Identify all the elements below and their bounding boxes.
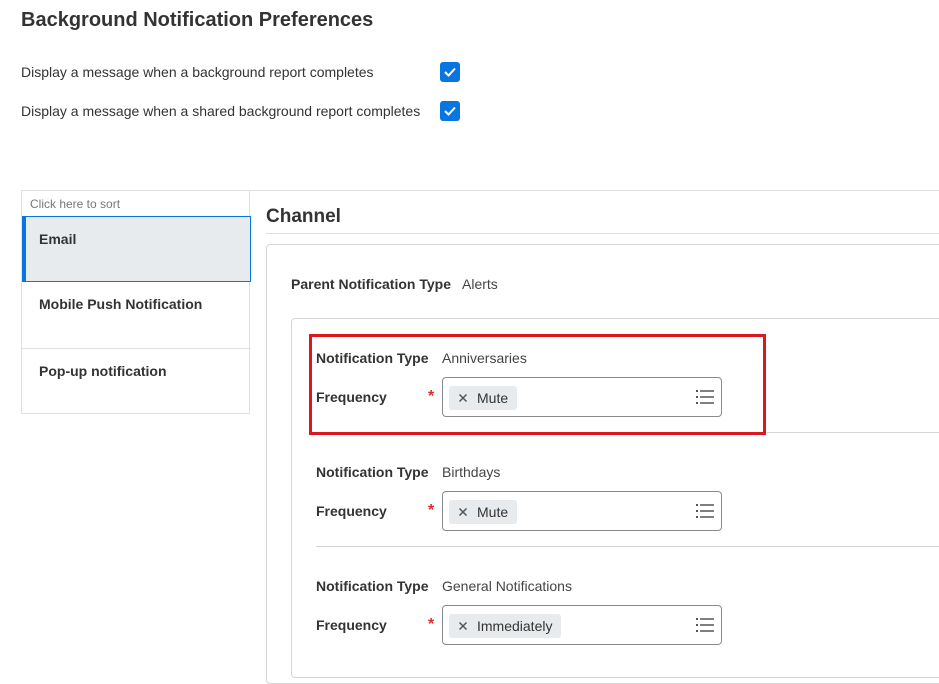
notification-type-value: Birthdays bbox=[442, 464, 501, 480]
highlight-box bbox=[309, 334, 766, 435]
channel-item-popup[interactable]: Pop-up notification bbox=[22, 348, 251, 414]
sort-hint[interactable]: Click here to sort bbox=[30, 197, 120, 211]
list-icon[interactable] bbox=[696, 617, 714, 633]
pref-label-shared-background-report: Display a message when a shared backgrou… bbox=[21, 103, 421, 119]
list-icon[interactable] bbox=[696, 503, 714, 519]
channel-item-mobile-push[interactable]: Mobile Push Notification bbox=[22, 282, 251, 348]
pref-checkbox-shared-background-report[interactable] bbox=[440, 101, 460, 121]
section-divider bbox=[316, 546, 939, 547]
notification-type-value: General Notifications bbox=[442, 578, 572, 594]
checkmark-icon bbox=[444, 106, 456, 116]
required-marker: * bbox=[428, 502, 435, 519]
frequency-pill-label: Mute bbox=[477, 504, 509, 520]
frequency-input[interactable]: Mute bbox=[442, 491, 722, 531]
frequency-pill: Mute bbox=[449, 500, 518, 524]
notification-type-label: Notification Type bbox=[316, 578, 429, 594]
panel-top-border bbox=[250, 190, 939, 191]
channel-list: Click here to sort Email Mobile Push Not… bbox=[21, 190, 251, 414]
close-icon[interactable] bbox=[455, 618, 471, 634]
frequency-pill-label: Immediately bbox=[477, 618, 553, 634]
channel-item-label: Pop-up notification bbox=[39, 363, 167, 379]
channel-heading: Channel bbox=[266, 206, 341, 227]
close-icon[interactable] bbox=[455, 504, 471, 520]
heading-rule bbox=[266, 233, 939, 234]
pref-checkbox-background-report[interactable] bbox=[440, 62, 460, 82]
required-marker: * bbox=[428, 616, 435, 633]
frequency-label: Frequency bbox=[316, 503, 387, 519]
parent-type-label: Parent Notification Type bbox=[291, 276, 451, 292]
channel-item-label: Mobile Push Notification bbox=[39, 296, 203, 312]
pref-label-background-report: Display a message when a background repo… bbox=[21, 64, 374, 80]
channel-item-label: Email bbox=[39, 231, 77, 247]
frequency-pill: Immediately bbox=[449, 614, 562, 638]
frequency-input[interactable]: Immediately bbox=[442, 605, 722, 645]
checkmark-icon bbox=[444, 67, 456, 77]
channel-item-email[interactable]: Email bbox=[22, 216, 251, 282]
page-title: Background Notification Preferences bbox=[21, 9, 374, 31]
parent-type-value: Alerts bbox=[462, 276, 498, 292]
frequency-label: Frequency bbox=[316, 617, 387, 633]
notification-type-label: Notification Type bbox=[316, 464, 429, 480]
